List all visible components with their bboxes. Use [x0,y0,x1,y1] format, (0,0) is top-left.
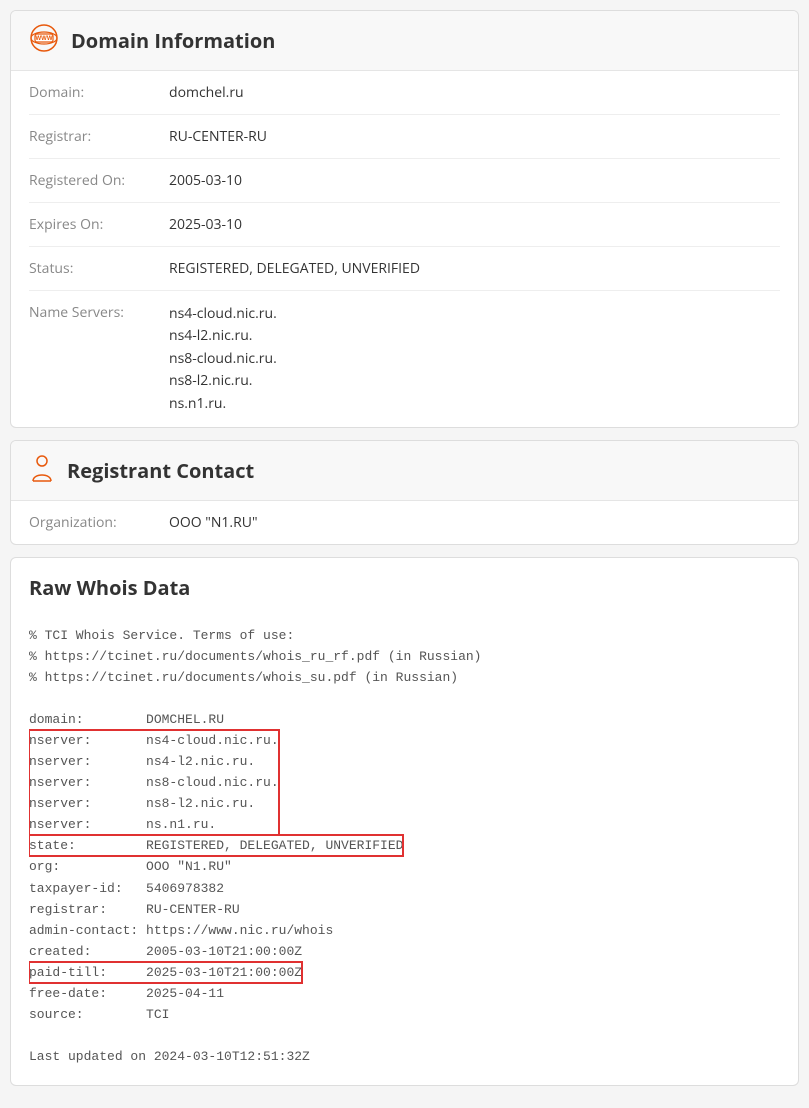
raw-line: % https://tcinet.ru/documents/whois_ru_r… [29,649,481,664]
row-registered-on: Registered On: 2005-03-10 [29,159,780,203]
domain-info-title: Domain Information [71,27,275,54]
raw-line: nserver: ns.n1.ru. [29,817,216,832]
label-organization: Organization: [29,513,169,532]
row-organization: Organization: OOO "N1.RU" [29,501,780,544]
row-status: Status: REGISTERED, DELEGATED, UNVERIFIE… [29,247,780,291]
registrant-contact-panel: Registrant Contact Organization: OOO "N1… [10,440,799,545]
highlight-state: state: REGISTERED, DELEGATED, UNVERIFIED [29,835,403,856]
value-registrar: RU-CENTER-RU [169,127,780,146]
raw-line: nserver: ns4-l2.nic.ru. [29,754,255,769]
label-expires-on: Expires On: [29,215,169,234]
raw-line: % https://tcinet.ru/documents/whois_su.p… [29,670,458,685]
registrant-body: Organization: OOO "N1.RU" [11,501,798,544]
raw-line: registrar: RU-CENTER-RU [29,902,240,917]
registrant-title: Registrant Contact [67,457,254,484]
raw-whois-text: % TCI Whois Service. Terms of use: % htt… [29,625,780,1067]
ns-entry: ns8-l2.nic.ru. [169,370,780,392]
row-domain: Domain: domchel.ru [29,71,780,115]
label-name-servers: Name Servers: [29,303,169,415]
label-registered-on: Registered On: [29,171,169,190]
row-expires-on: Expires On: 2025-03-10 [29,203,780,247]
domain-info-body: Domain: domchel.ru Registrar: RU-CENTER-… [11,71,798,427]
raw-line: Last updated on 2024-03-10T12:51:32Z [29,1049,310,1064]
raw-line: % TCI Whois Service. Terms of use: [29,628,294,643]
domain-info-header: WWW Domain Information [11,11,798,71]
raw-line: admin-contact: https://www.nic.ru/whois [29,923,333,938]
raw-line: nserver: ns4-cloud.nic.ru. [29,733,279,748]
row-name-servers: Name Servers: ns4-cloud.nic.ru. ns4-l2.n… [29,291,780,427]
raw-line: taxpayer-id: 5406978382 [29,881,224,896]
raw-line: nserver: ns8-cloud.nic.ru. [29,775,279,790]
raw-whois-title: Raw Whois Data [29,574,780,601]
highlight-nservers: nserver: ns4-cloud.nic.ru. nserver: ns4-… [29,730,279,835]
value-organization: OOO "N1.RU" [169,513,780,532]
label-domain: Domain: [29,83,169,102]
ns-entry: ns8-cloud.nic.ru. [169,348,780,370]
label-status: Status: [29,259,169,278]
raw-line: paid-till: 2025-03-10T21:00:00Z [29,965,302,980]
ns-entry: ns4-cloud.nic.ru. [169,303,780,325]
value-registered-on: 2005-03-10 [169,171,780,190]
domain-information-panel: WWW Domain Information Domain: domchel.r… [10,10,799,428]
raw-line: created: 2005-03-10T21:00:00Z [29,944,302,959]
value-status: REGISTERED, DELEGATED, UNVERIFIED [169,259,780,278]
raw-line: source: TCI [29,1007,169,1022]
raw-line: state: REGISTERED, DELEGATED, UNVERIFIED [29,838,403,853]
value-name-servers: ns4-cloud.nic.ru. ns4-l2.nic.ru. ns8-clo… [169,303,780,415]
label-registrar: Registrar: [29,127,169,146]
raw-line: free-date: 2025-04-11 [29,986,224,1001]
raw-whois-body: % TCI Whois Service. Terms of use: % htt… [11,607,798,1085]
person-icon [29,453,55,488]
svg-text:WWW: WWW [36,36,53,42]
highlight-paid-till: paid-till: 2025-03-10T21:00:00Z [29,962,302,983]
raw-whois-panel: Raw Whois Data % TCI Whois Service. Term… [10,557,799,1086]
raw-line: domain: DOMCHEL.RU [29,712,224,727]
registrant-header: Registrant Contact [11,441,798,501]
ns-entry: ns.n1.ru. [169,393,780,415]
row-registrar: Registrar: RU-CENTER-RU [29,115,780,159]
raw-whois-header: Raw Whois Data [11,558,798,607]
raw-line: nserver: ns8-l2.nic.ru. [29,796,255,811]
ns-entry: ns4-l2.nic.ru. [169,325,780,347]
raw-line: org: OOO "N1.RU" [29,859,232,874]
value-domain: domchel.ru [169,83,780,102]
globe-www-icon: WWW [29,23,59,58]
value-expires-on: 2025-03-10 [169,215,780,234]
